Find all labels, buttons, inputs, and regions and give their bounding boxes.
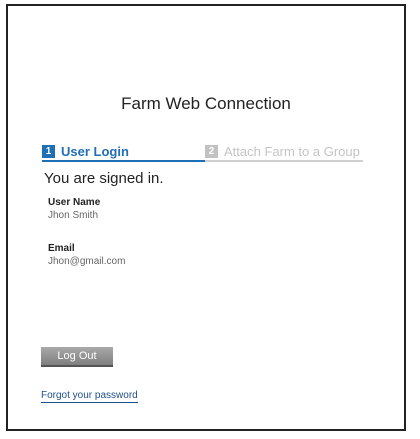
email-value: Jhon@gmail.com xyxy=(48,256,126,267)
user-name-label: User Name xyxy=(48,197,101,208)
signed-in-message: You are signed in. xyxy=(44,170,164,187)
email-label: Email xyxy=(48,243,75,254)
step-number-1: 1 xyxy=(42,144,55,158)
step-label-attach-farm: Attach Farm to a Group xyxy=(224,143,360,159)
step-label-user-login: User Login xyxy=(61,143,129,159)
logout-button[interactable]: Log Out xyxy=(41,347,113,367)
app-window: Farm Web Connection 1 User Login 2 Attac… xyxy=(6,4,406,431)
tab-attach-farm[interactable]: 2 Attach Farm to a Group xyxy=(205,142,363,162)
forgot-password-link[interactable]: Forgot your password xyxy=(41,390,138,403)
step-number-2: 2 xyxy=(205,144,218,158)
user-name-value: Jhon Smith xyxy=(48,210,99,221)
page-title: Farm Web Connection xyxy=(121,94,291,113)
tab-user-login[interactable]: 1 User Login xyxy=(42,142,205,162)
